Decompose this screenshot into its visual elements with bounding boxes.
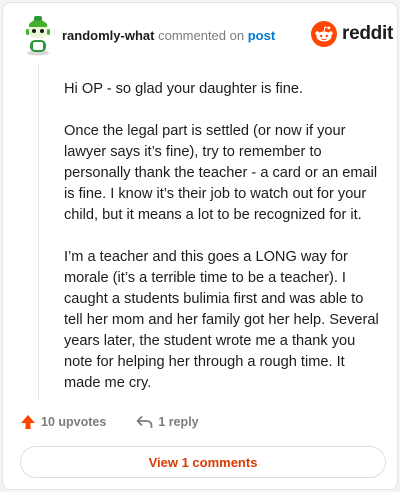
username-link[interactable]: randomly-what — [62, 28, 154, 43]
reply-count: 1 reply — [158, 415, 199, 429]
avatar[interactable] — [22, 16, 54, 56]
reply-arrow-icon — [136, 415, 153, 428]
comment-card: randomly-what commented on post reddit H… — [2, 2, 398, 490]
comment-actions: 10 upvotes 1 reply — [20, 411, 199, 433]
upvote-button[interactable]: 10 upvotes — [20, 414, 106, 430]
comment-header: randomly-what commented on post — [62, 28, 275, 44]
view-comments-button[interactable]: View 1 comments — [20, 446, 386, 478]
comment-paragraph-1: Hi OP - so glad your daughter is fine. — [64, 81, 304, 97]
snoo-avatar-icon — [26, 16, 50, 56]
reply-button[interactable]: 1 reply — [136, 415, 199, 429]
reddit-snoo-icon — [311, 21, 337, 47]
comment-body: Hi OP - so glad your daughter is fine. O… — [64, 79, 382, 415]
post-link[interactable]: post — [248, 28, 275, 43]
comment-paragraph-2: Once the legal part is settled (or now i… — [64, 123, 378, 223]
commented-on-text: commented on — [158, 28, 245, 43]
reddit-wordmark: reddit — [342, 23, 393, 44]
upvote-arrow-icon — [21, 415, 35, 429]
upvote-count: 10 upvotes — [41, 415, 107, 429]
comment-paragraph-3: I’m a teacher and this goes a LONG way f… — [64, 249, 379, 391]
thread-line[interactable] — [38, 63, 39, 399]
reddit-logo[interactable]: reddit — [311, 19, 393, 49]
